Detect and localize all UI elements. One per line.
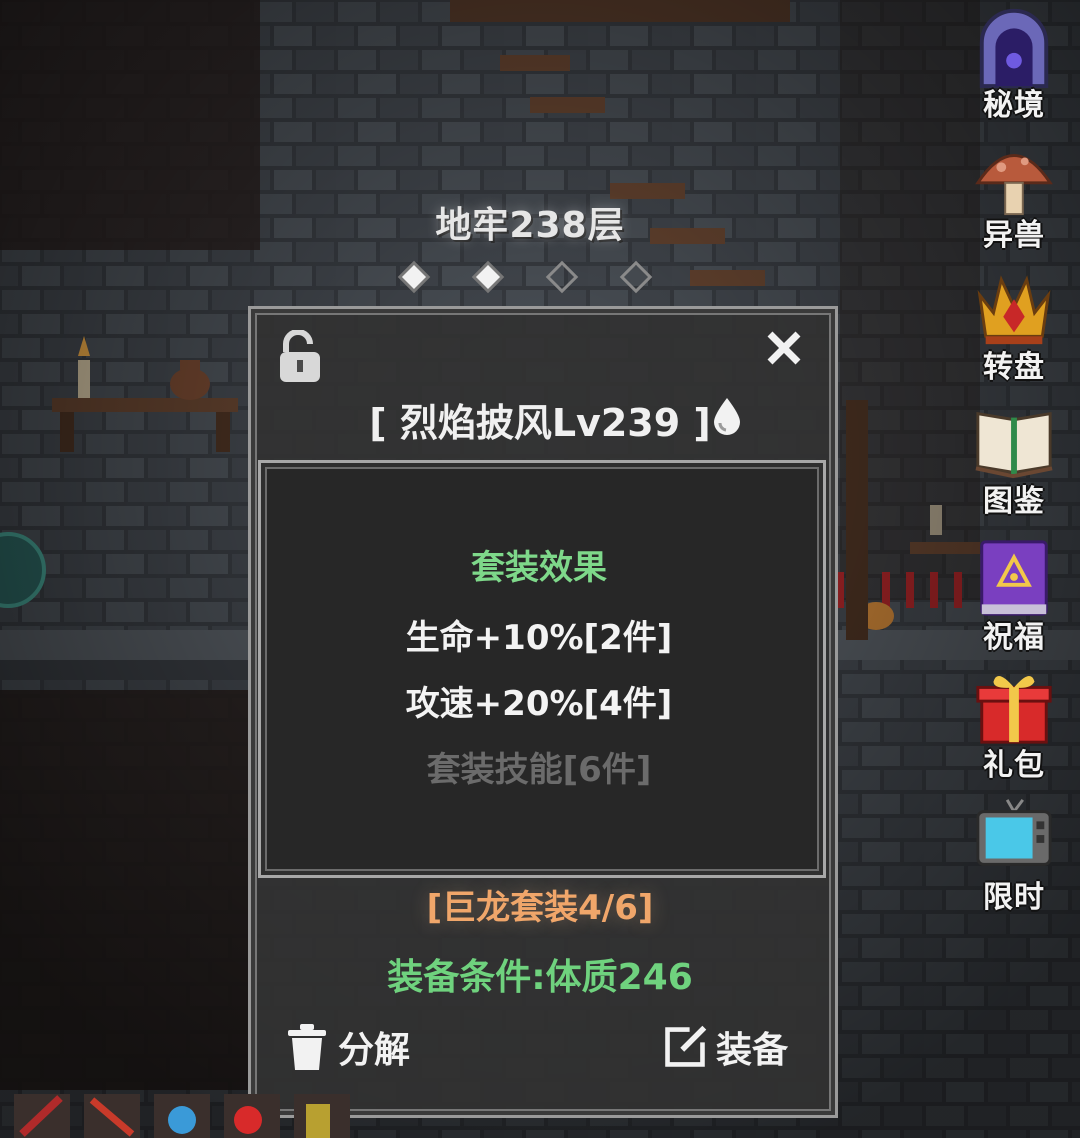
set-effect-line: 攻速+20%[4件]	[405, 684, 673, 724]
set-effect-line: 生命+10%[2件]	[405, 618, 673, 658]
crown-wheel-icon	[977, 275, 1051, 345]
page-dot-2[interactable]	[469, 258, 507, 296]
portal-gate-icon	[979, 8, 1049, 88]
inventory-slot[interactable]	[14, 1094, 70, 1138]
dismantle-button[interactable]: 分解	[284, 1020, 410, 1074]
set-effects-box	[258, 460, 826, 878]
edit-icon	[665, 1025, 707, 1067]
side-menu-codex[interactable]: 图鉴	[968, 400, 1060, 520]
set-name: [巨龙套装4/6]	[426, 888, 654, 928]
side-menu-wheel[interactable]: 转盘	[968, 266, 1060, 386]
side-menu-gift-pack[interactable]: 礼包	[968, 664, 1060, 784]
side-menu-label: 秘境	[983, 88, 1045, 123]
water-drop-icon	[714, 398, 740, 435]
inventory-strip	[14, 1094, 350, 1138]
tv-icon	[976, 799, 1052, 866]
open-book-icon	[975, 411, 1053, 479]
set-effects-title: 套装效果	[471, 548, 607, 588]
set-effect-line-inactive: 套装技能[6件]	[426, 750, 652, 790]
gift-box-icon	[976, 675, 1052, 744]
inventory-slot[interactable]	[294, 1094, 350, 1138]
close-icon[interactable]	[762, 326, 806, 370]
side-menu-beasts[interactable]: 异兽	[968, 134, 1060, 254]
page-dot-4[interactable]	[617, 258, 655, 296]
equip-button[interactable]: 装备	[662, 1020, 788, 1074]
equip-requirement: 装备条件:体质246	[387, 957, 693, 998]
side-menu-label: 限时	[983, 880, 1045, 915]
side-menu-label: 礼包	[983, 748, 1045, 783]
inventory-slot[interactable]	[224, 1094, 280, 1138]
mushroom-icon	[975, 154, 1053, 216]
side-menu-limited-time[interactable]: 限时	[968, 796, 1060, 916]
equip-label: 装备	[716, 1030, 789, 1071]
side-menu-label: 异兽	[983, 218, 1045, 253]
page-dot-3[interactable]	[543, 258, 581, 296]
inventory-slot[interactable]	[154, 1094, 210, 1138]
purple-tome-icon	[980, 540, 1048, 616]
side-menu-secret-realm[interactable]: 秘境	[968, 4, 1060, 124]
side-menu-label: 转盘	[983, 350, 1045, 385]
side-menu-label: 图鉴	[983, 484, 1045, 519]
trash-icon	[288, 1024, 326, 1070]
unlock-icon[interactable]	[276, 330, 324, 384]
page-indicator	[395, 258, 655, 296]
item-name: [ 烈焰披风Lv239 ]	[369, 401, 711, 445]
floor-title: 地牢238层	[435, 205, 625, 246]
dismantle-label: 分解	[338, 1030, 411, 1071]
side-menu-label: 祝福	[983, 620, 1045, 655]
inventory-slot[interactable]	[84, 1094, 140, 1138]
side-menu-blessing[interactable]: 祝福	[968, 536, 1060, 656]
page-dot-1[interactable]	[395, 258, 433, 296]
